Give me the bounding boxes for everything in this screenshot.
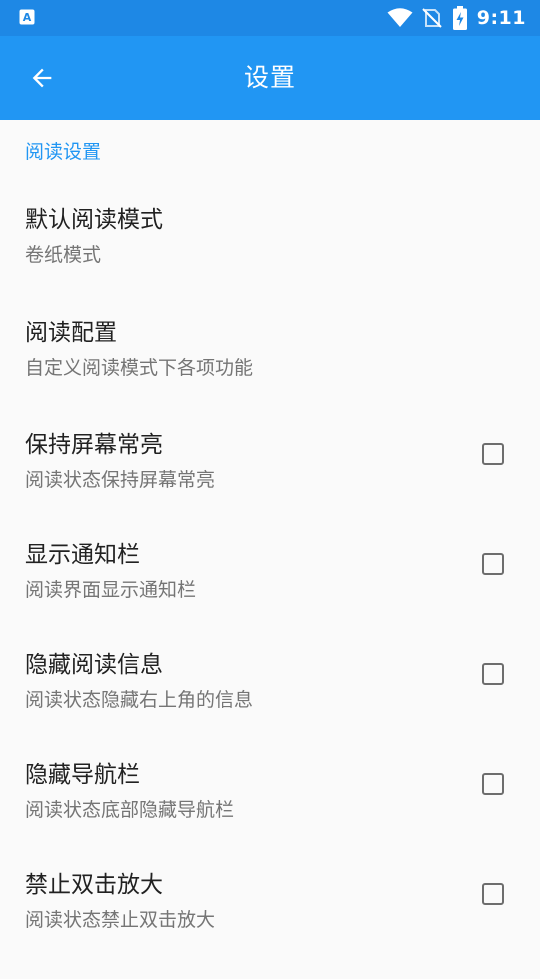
show-notification-bar-checkbox[interactable] [482, 553, 504, 575]
hide-navigation-bar-checkbox[interactable] [482, 773, 504, 795]
keep-screen-on-checkbox[interactable] [482, 443, 504, 465]
pref-summary: 阅读状态禁止双击放大 [25, 909, 216, 931]
pref-summary: 阅读界面显示通知栏 [25, 579, 197, 601]
category-header: 阅读设置 [25, 141, 102, 163]
pref-summary: 阅读状态隐藏右上角的信息 [25, 689, 254, 711]
pref-hide-navigation-bar[interactable]: 隐藏导航栏 阅读状态底部隐藏导航栏 [0, 759, 540, 869]
svg-text:A: A [23, 11, 32, 24]
pref-summary: 阅读状态底部隐藏导航栏 [25, 799, 235, 821]
pref-title: 默认阅读模式 [25, 207, 163, 233]
pref-summary: 卷纸模式 [25, 244, 102, 266]
disable-double-tap-zoom-checkbox[interactable] [482, 883, 504, 905]
arrow-back-icon [32, 68, 52, 88]
pref-title: 显示通知栏 [25, 542, 140, 568]
back-button[interactable] [14, 50, 70, 106]
status-bar: A 9:11 [0, 0, 540, 36]
pref-keep-screen-on[interactable]: 保持屏幕常亮 阅读状态保持屏幕常亮 [0, 429, 540, 539]
pref-title: 隐藏阅读信息 [25, 652, 163, 678]
app-bar: 设置 [0, 36, 540, 120]
pref-title: 保持屏幕常亮 [25, 432, 163, 458]
pref-show-notification-bar[interactable]: 显示通知栏 阅读界面显示通知栏 [0, 539, 540, 649]
pref-default-read-mode[interactable]: 默认阅读模式 卷纸模式 [0, 204, 540, 314]
page-title: 设置 [243, 63, 296, 92]
no-sim-icon [422, 8, 442, 28]
battery-charging-icon [452, 6, 467, 30]
status-icons: 9:11 [387, 0, 526, 36]
pref-hide-read-info[interactable]: 隐藏阅读信息 阅读状态隐藏右上角的信息 [0, 649, 540, 759]
pref-disable-double-tap-zoom[interactable]: 禁止双击放大 阅读状态禁止双击放大 [0, 869, 540, 979]
wifi-icon [387, 8, 413, 27]
pref-title: 隐藏导航栏 [25, 762, 140, 788]
hide-read-info-checkbox[interactable] [482, 663, 504, 685]
app-notification-icon: A [19, 9, 35, 25]
pref-read-config[interactable]: 阅读配置 自定义阅读模式下各项功能 [0, 317, 540, 427]
pref-title: 阅读配置 [25, 320, 117, 346]
pref-summary: 阅读状态保持屏幕常亮 [25, 469, 216, 491]
pref-title: 禁止双击放大 [25, 872, 163, 898]
status-time: 9:11 [476, 7, 526, 29]
pref-summary: 自定义阅读模式下各项功能 [25, 357, 254, 379]
settings-list: 阅读设置 默认阅读模式 卷纸模式 阅读配置 自定义阅读模式下各项功能 保持屏幕常… [0, 120, 540, 960]
